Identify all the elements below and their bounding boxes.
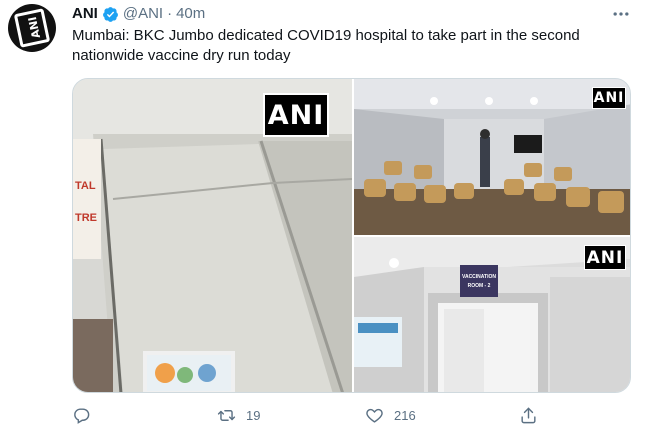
watermark-left: ANI [263,93,329,137]
media-grid: TAL TRE ANI ANI VACCINATION ROOM - 2 ANI [72,78,631,393]
timestamp[interactable]: 40m [176,4,205,24]
reply-icon [72,406,91,425]
tweet-actions: 19 216 [72,402,612,428]
separator: · [167,5,173,22]
tweet-text: Mumbai: BKC Jumbo dedicated COVID19 hosp… [72,27,580,64]
more-icon[interactable] [611,4,631,24]
svg-text:ANI: ANI [26,15,43,39]
like-count: 216 [394,407,416,423]
verified-icon [102,6,119,23]
photo-tent-exterior[interactable]: TAL TRE ANI [73,79,352,392]
room-sign-line2: ROOM - 2 [468,283,491,289]
handle[interactable]: @ANI [123,4,163,24]
watermark-bottom-right: ANI [584,245,626,270]
sign-partial-2: TRE [75,212,97,224]
watermark-top-right: ANI [592,87,626,109]
photo-vaccination-room[interactable]: VACCINATION ROOM - 2 ANI [354,237,630,392]
photo-waiting-area[interactable]: ANI [354,79,630,235]
retweet-count: 19 [246,407,261,423]
ani-logo: ANI [13,8,51,48]
share-button[interactable] [519,406,538,425]
avatar[interactable]: ANI [8,4,56,52]
like-icon [365,406,384,425]
retweet-button[interactable]: 19 [217,406,260,425]
reply-button[interactable] [72,406,101,425]
like-button[interactable]: 216 [365,406,416,425]
room-sign-line1: VACCINATION [462,274,496,280]
retweet-icon [217,406,236,425]
sign-partial-1: TAL [75,180,96,192]
tweet-header: ANI @ANI · 40m [72,4,205,24]
share-icon [519,406,538,425]
tweet[interactable]: ANI ANI @ANI · 40m Mumbai: BKC Jumbo ded… [0,0,647,444]
display-name[interactable]: ANI [72,4,98,24]
